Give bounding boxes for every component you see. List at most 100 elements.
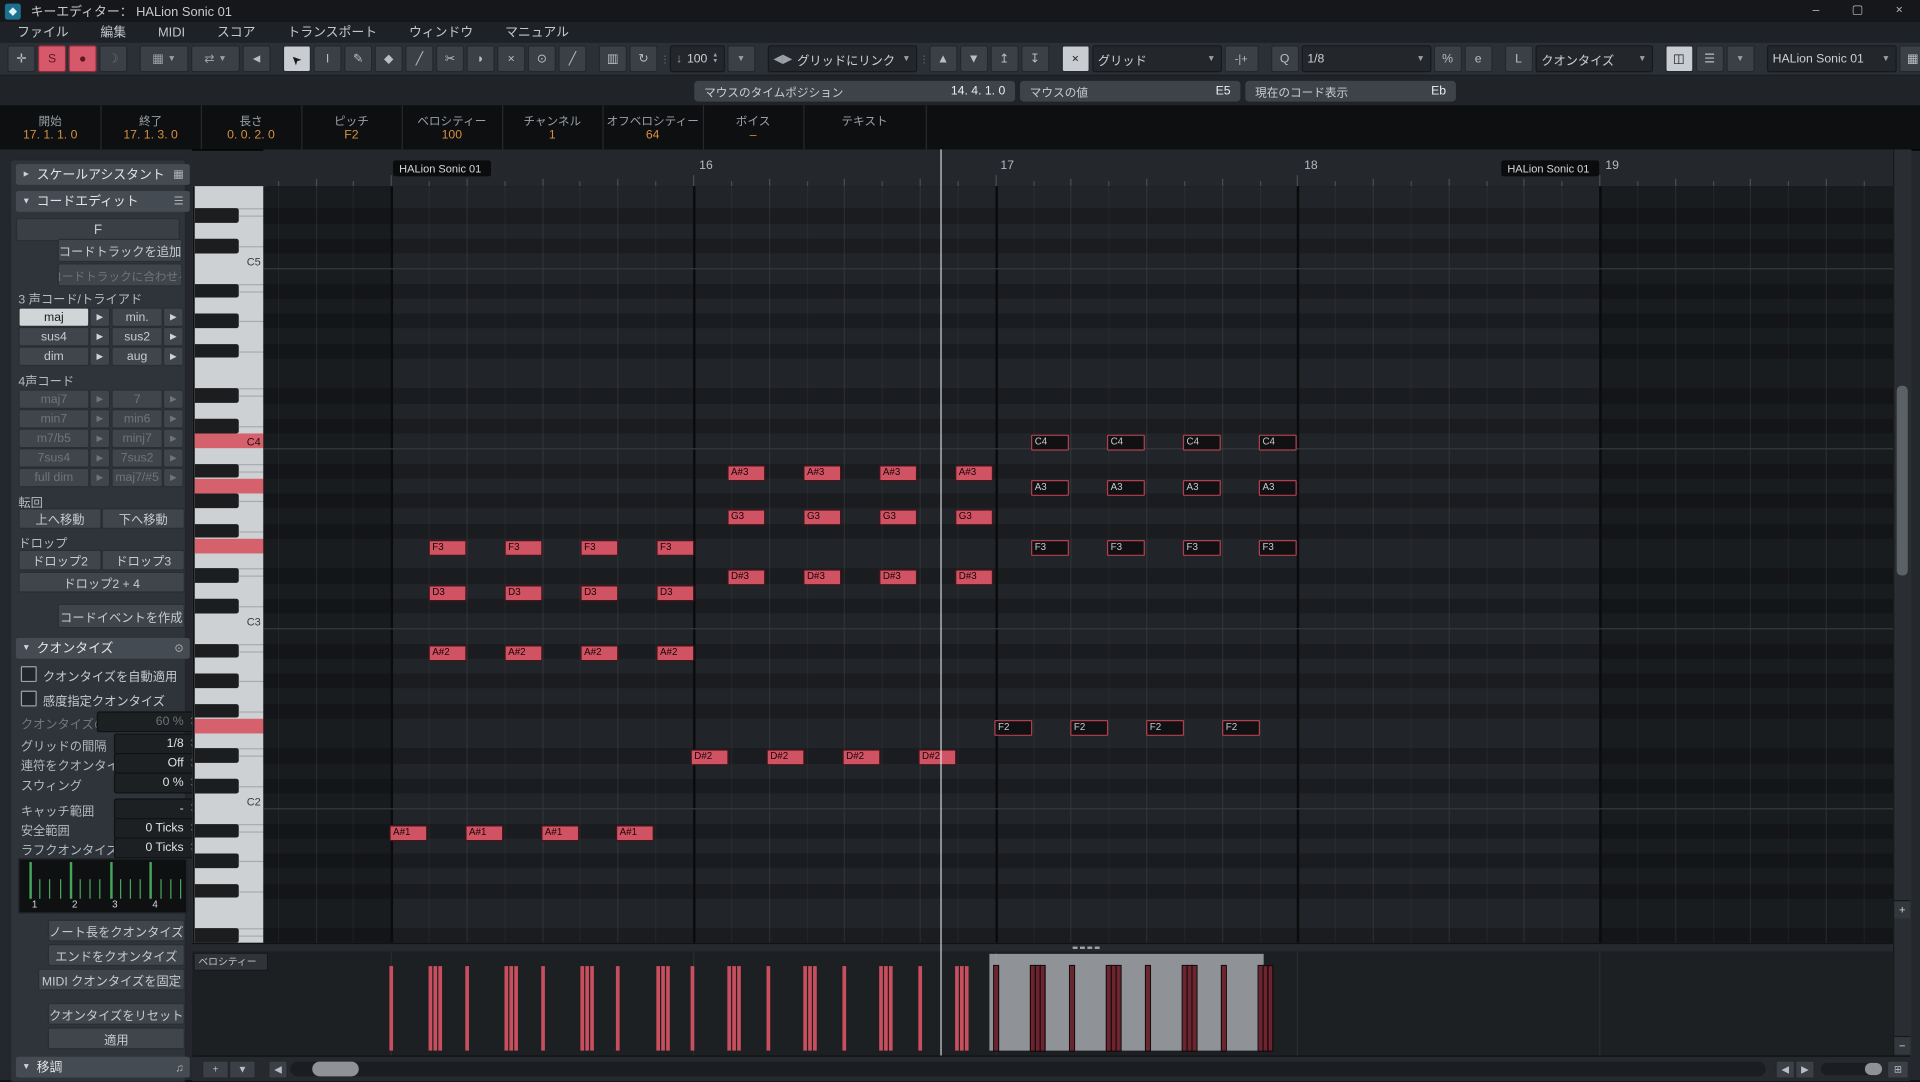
autoscroll-button[interactable]: ▥: [599, 45, 627, 72]
chord-arrow-icon[interactable]: ▶: [89, 448, 110, 468]
velocity-bar[interactable]: [727, 966, 731, 1050]
velocity-bar[interactable]: [889, 966, 893, 1050]
velocity-bar[interactable]: [1188, 966, 1192, 1050]
midi-note-D#3[interactable]: D#3: [727, 570, 765, 586]
chord-arrow-icon[interactable]: ▶: [89, 468, 110, 488]
black-key[interactable]: [195, 568, 239, 582]
auto-apply-checkbox[interactable]: [21, 666, 37, 682]
controller-lane-setup-dropdown[interactable]: ▼: [229, 1060, 256, 1078]
midi-note-D#2[interactable]: D#2: [918, 750, 956, 766]
split-tool[interactable]: ✂: [436, 45, 464, 72]
info-field-value[interactable]: 100: [402, 129, 502, 142]
velocity-bar[interactable]: [616, 966, 620, 1050]
info-field-value[interactable]: F2: [301, 129, 401, 142]
chord-arrow-icon[interactable]: ▶: [163, 468, 184, 488]
info-field-value[interactable]: 17. 1. 3. 0: [100, 129, 200, 142]
chord-button-m7/b5[interactable]: m7/b5: [18, 429, 89, 449]
velocity-bar[interactable]: [884, 966, 888, 1050]
quantize-action-button[interactable]: クオンタイズをリセット: [48, 1003, 185, 1025]
chord-button-7[interactable]: 7: [111, 389, 162, 409]
velocity-bar[interactable]: [879, 966, 883, 1050]
audition-icon[interactable]: ◄: [242, 45, 270, 72]
section-quantize[interactable]: ▼クオンタイズ⊙: [16, 638, 190, 659]
midi-note-F3[interactable]: F3: [1259, 540, 1297, 556]
iterative-quantize-icon[interactable]: %: [1433, 45, 1461, 72]
chord-button-maj[interactable]: maj: [18, 307, 89, 327]
add-chord-track-button[interactable]: コードトラックを追加: [58, 239, 183, 262]
midi-note-G3[interactable]: G3: [879, 510, 917, 526]
chord-button-min7[interactable]: min7: [18, 409, 89, 429]
midi-note-A#1[interactable]: A#1: [616, 825, 654, 841]
chord-arrow-icon[interactable]: ▶: [163, 429, 184, 449]
velocity-bar[interactable]: [666, 966, 670, 1050]
black-key[interactable]: [195, 823, 239, 837]
mute-tool[interactable]: ×: [497, 45, 525, 72]
quantize-icon[interactable]: Q: [1271, 45, 1299, 72]
velocity-bar[interactable]: [1183, 966, 1187, 1050]
midi-note-F2[interactable]: F2: [994, 720, 1032, 736]
velocity-bar[interactable]: [1117, 966, 1121, 1050]
section-transpose[interactable]: ▼移調♫: [16, 1057, 190, 1078]
quantize-param-field[interactable]: Off▲▼: [114, 753, 200, 774]
black-key[interactable]: [195, 313, 239, 327]
collapse-arrow-icon[interactable]: ▼: [22, 644, 30, 653]
pressed-key[interactable]: [195, 538, 266, 553]
velocity-bar[interactable]: [1264, 966, 1268, 1050]
velocity-bar[interactable]: [732, 966, 736, 1050]
velocity-bar[interactable]: [737, 966, 741, 1050]
line-tool[interactable]: ╱: [558, 45, 586, 72]
range-tool[interactable]: I: [313, 45, 341, 72]
piano-keyboard[interactable]: C5C4C3C2: [192, 186, 265, 943]
snap-type-button[interactable]: -|+: [1224, 45, 1258, 72]
midi-note-A#1[interactable]: A#1: [465, 825, 503, 841]
midi-note-F3[interactable]: F3: [504, 540, 542, 556]
quantize-preset-dropdown[interactable]: 1/8 ▼: [1301, 45, 1431, 72]
black-key[interactable]: [195, 883, 239, 897]
midi-note-F3[interactable]: F3: [580, 540, 618, 556]
menu-トランスポート[interactable]: トランスポート: [287, 23, 377, 41]
quantize-action-button[interactable]: 適用: [48, 1027, 185, 1049]
midi-input-button[interactable]: ☰: [1695, 45, 1723, 72]
pin-editor-icon[interactable]: ✛: [7, 45, 35, 72]
midi-note-F2[interactable]: F2: [1070, 720, 1108, 736]
velocity-bar[interactable]: [514, 966, 518, 1050]
black-key[interactable]: [195, 928, 239, 942]
move-up-button[interactable]: 上へ移動: [18, 508, 101, 529]
velocity-bar[interactable]: [918, 966, 922, 1050]
velocity-bar[interactable]: [813, 966, 817, 1050]
horizontal-scrollbar[interactable]: [290, 1062, 1766, 1077]
chord-arrow-icon[interactable]: ▶: [163, 347, 184, 367]
black-key[interactable]: [195, 643, 239, 657]
velocity-bar[interactable]: [960, 966, 964, 1050]
midi-note-G3[interactable]: G3: [955, 510, 993, 526]
midi-note-F3[interactable]: F3: [1183, 540, 1221, 556]
glue-tool[interactable]: ◗: [467, 45, 495, 72]
velocity-bar[interactable]: [691, 966, 695, 1050]
midi-note-D#2[interactable]: D#2: [842, 750, 880, 766]
black-key[interactable]: [195, 208, 239, 222]
chord-button-7sus2[interactable]: 7sus2: [111, 448, 162, 468]
midi-note-A3[interactable]: A3: [1259, 480, 1297, 496]
menu-マニュアル[interactable]: マニュアル: [505, 23, 569, 41]
midi-note-A#3[interactable]: A#3: [727, 465, 765, 481]
drop2-4-button[interactable]: ドロップ2 + 4: [18, 572, 185, 593]
midi-note-C4[interactable]: C4: [1031, 435, 1069, 451]
midi-note-C4[interactable]: C4: [1183, 435, 1221, 451]
chord-arrow-icon[interactable]: ▶: [89, 429, 110, 449]
velocity-bar[interactable]: [1146, 966, 1150, 1050]
independent-loop-button[interactable]: ↻: [629, 45, 657, 72]
controller-lane-label[interactable]: ベロシティー: [193, 953, 268, 971]
chord-button-sus2[interactable]: sus2: [111, 327, 162, 347]
velocity-bar[interactable]: [585, 966, 589, 1050]
quantize-action-button[interactable]: MIDI クオンタイズを固定: [38, 969, 185, 991]
midi-note-A#2[interactable]: A#2: [656, 645, 694, 661]
menu-ウィンドウ[interactable]: ウィンドウ: [409, 23, 473, 41]
midi-note-D3[interactable]: D3: [580, 585, 618, 601]
velocity-bar[interactable]: [429, 966, 433, 1050]
velocity-bar[interactable]: [955, 966, 959, 1050]
quantize-param-field[interactable]: 0 Ticks▲▼: [114, 838, 200, 859]
show-part-borders-icon[interactable]: ▦: [1899, 45, 1920, 72]
black-key[interactable]: [195, 748, 239, 762]
vertical-scrollbar[interactable]: + −: [1893, 149, 1911, 1055]
horizontal-zoom-thumb[interactable]: [1865, 1063, 1882, 1075]
